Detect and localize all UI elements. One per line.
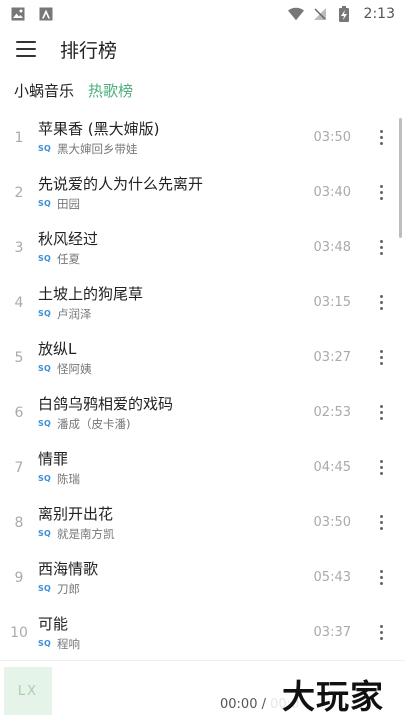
song-index: 10 — [10, 624, 28, 641]
quality-badge: SQ — [38, 639, 51, 648]
app-notification-icon — [38, 6, 54, 22]
quality-badge: SQ — [38, 144, 51, 153]
more-options-icon[interactable] — [367, 179, 395, 207]
tab-hot-songs[interactable]: 热歌榜 — [88, 80, 133, 101]
quality-badge: SQ — [38, 474, 51, 483]
album-cover[interactable]: LX — [4, 667, 52, 715]
quality-badge: SQ — [38, 584, 51, 593]
tab-source[interactable]: 小蜗音乐 — [14, 80, 74, 101]
list-scrollbar[interactable] — [399, 118, 402, 238]
song-row[interactable]: 7 情罪 SQ 陈瑞 04:45 — [0, 440, 405, 495]
more-options-icon[interactable] — [367, 234, 395, 262]
song-index: 8 — [14, 514, 24, 531]
song-index: 9 — [14, 569, 24, 586]
song-index: 6 — [14, 404, 24, 421]
song-artist: 就是南方凯 — [56, 526, 115, 541]
song-title: 苹果香 (黑大婶版) — [38, 119, 160, 138]
song-duration: 03:27 — [313, 350, 351, 365]
song-row[interactable]: 5 放纵L SQ 怪阿姨 03:27 — [0, 330, 405, 385]
song-title: 放纵L — [38, 339, 77, 358]
battery-charging-icon — [336, 6, 352, 22]
song-row[interactable]: 2 先说爱的人为什么先离开 SQ 田园 03:40 — [0, 165, 405, 220]
song-title: 西海情歌 — [38, 559, 99, 578]
song-title: 先说爱的人为什么先离开 — [38, 174, 204, 193]
song-row[interactable]: 6 白鸽乌鸦相爱的戏码 SQ 潘成（皮卡潘) 02:53 — [0, 385, 405, 440]
status-time: 2:13 — [363, 6, 395, 22]
song-duration: 03:50 — [313, 515, 351, 530]
song-row[interactable]: 10 可能 SQ 程响 03:37 — [0, 605, 405, 660]
quality-badge: SQ — [38, 309, 51, 318]
quality-badge: SQ — [38, 419, 51, 428]
song-title: 可能 — [38, 614, 69, 633]
watermark-logo: 大玩家 — [282, 677, 384, 716]
song-artist: 程响 — [56, 636, 80, 651]
song-artist: 怪阿姨 — [56, 361, 92, 376]
more-options-icon[interactable] — [367, 454, 395, 482]
song-artist: 任夏 — [56, 251, 80, 266]
quality-badge: SQ — [38, 254, 51, 263]
wifi-icon — [287, 6, 304, 22]
song-duration: 03:50 — [313, 130, 351, 145]
quality-badge: SQ — [38, 199, 51, 208]
song-title: 白鸽乌鸦相爱的戏码 — [38, 394, 174, 413]
song-title: 土坡上的狗尾草 — [38, 284, 144, 303]
song-list[interactable]: 1 苹果香 (黑大婶版) SQ 黑大婶回乡带娃 03:50 2 先说爱的人为什么先… — [0, 110, 405, 660]
song-row[interactable]: 1 苹果香 (黑大婶版) SQ 黑大婶回乡带娃 03:50 — [0, 110, 405, 165]
more-options-icon[interactable] — [367, 289, 395, 317]
no-signal-icon — [312, 6, 328, 22]
more-options-icon[interactable] — [367, 399, 395, 427]
song-duration: 03:37 — [313, 625, 351, 640]
song-artist: 刀郎 — [56, 581, 80, 596]
song-index: 1 — [14, 129, 24, 146]
song-duration: 05:43 — [313, 570, 351, 585]
song-duration: 02:53 — [313, 405, 351, 420]
song-title: 离别开出花 — [38, 504, 114, 523]
more-options-icon[interactable] — [367, 124, 395, 152]
song-index: 2 — [14, 184, 24, 201]
song-artist: 卢润泽 — [56, 306, 92, 321]
hamburger-menu-icon[interactable] — [16, 41, 36, 57]
song-artist: 黑大婶回乡带娃 — [56, 141, 138, 156]
app-bar: 排行榜 — [0, 28, 405, 70]
more-options-icon[interactable] — [367, 344, 395, 372]
song-row[interactable]: 4 土坡上的狗尾草 SQ 卢润泽 03:15 — [0, 275, 405, 330]
more-options-icon[interactable] — [367, 564, 395, 592]
song-row[interactable]: 9 西海情歌 SQ 刀郎 05:43 — [0, 550, 405, 605]
song-title: 秋风经过 — [38, 229, 99, 248]
song-index: 5 — [14, 349, 24, 366]
quality-badge: SQ — [38, 529, 51, 538]
song-title: 情罪 — [38, 449, 69, 468]
image-notification-icon — [10, 6, 26, 22]
song-row[interactable]: 3 秋风经过 SQ 任夏 03:48 — [0, 220, 405, 275]
song-artist: 陈瑞 — [56, 471, 80, 486]
song-duration: 03:15 — [313, 295, 351, 310]
song-artist: 田园 — [56, 196, 80, 211]
song-row[interactable]: 8 离别开出花 SQ 就是南方凯 03:50 — [0, 495, 405, 550]
status-bar: 2:13 — [0, 0, 405, 28]
song-index: 3 — [14, 239, 24, 256]
song-artist: 潘成（皮卡潘) — [56, 416, 131, 431]
song-duration: 03:48 — [313, 240, 351, 255]
song-index: 4 — [14, 294, 24, 311]
quality-badge: SQ — [38, 364, 51, 373]
song-duration: 04:45 — [313, 460, 351, 475]
page-title: 排行榜 — [60, 39, 118, 62]
song-duration: 03:40 — [313, 185, 351, 200]
song-index: 7 — [14, 459, 24, 476]
more-options-icon[interactable] — [367, 619, 395, 647]
source-tabs: 小蜗音乐 热歌榜 — [0, 72, 405, 108]
more-options-icon[interactable] — [367, 509, 395, 537]
